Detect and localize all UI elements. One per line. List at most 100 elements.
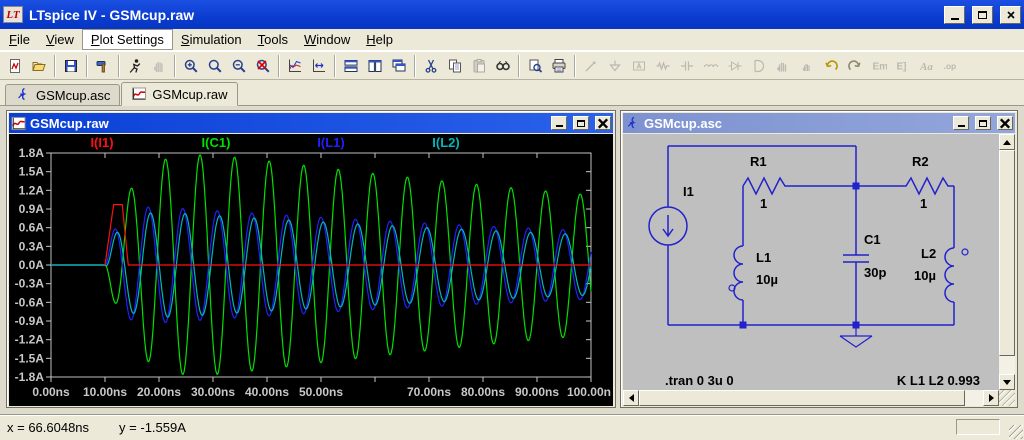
scroll-up-button[interactable]: [999, 134, 1015, 150]
menu-simulation[interactable]: Simulation: [173, 29, 250, 50]
tab-gsmcup-raw[interactable]: GSMcup.raw: [121, 82, 237, 106]
y-tick-label: 0.3A: [19, 239, 45, 253]
menu-view[interactable]: View: [38, 29, 82, 50]
tile-vertical-button[interactable]: [363, 54, 387, 78]
undo-button[interactable]: [819, 54, 843, 78]
component-icon: [751, 58, 767, 74]
value-R1: 1: [760, 196, 767, 211]
plot-maximize-button[interactable]: [573, 116, 589, 130]
schematic-close-button[interactable]: [997, 116, 1013, 130]
drag-button: [795, 54, 819, 78]
plot-minimize-button[interactable]: [551, 116, 567, 130]
zoom-out-button[interactable]: [227, 54, 251, 78]
toolbar-separator: [54, 55, 56, 77]
draw-wire-icon: [583, 58, 599, 74]
plot-window-titlebar[interactable]: GSMcup.raw: [9, 113, 613, 133]
y-tick-label: 0.9A: [19, 202, 45, 216]
autorange-y-button[interactable]: [283, 54, 307, 78]
zoom-in-icon: [183, 58, 199, 74]
open-button[interactable]: [27, 54, 51, 78]
scroll-right-button[interactable]: [983, 390, 999, 406]
vscroll-thumb[interactable]: [999, 150, 1015, 356]
app-minimize-button[interactable]: [944, 6, 965, 24]
hscroll-thumb[interactable]: [639, 390, 965, 406]
waveform-plot[interactable]: 1.8A1.5A1.2A0.9A0.6A0.3A0.0A-0.3A-0.6A-0…: [9, 134, 613, 406]
toolbar-separator: [334, 55, 336, 77]
menu-window[interactable]: Window: [296, 29, 358, 50]
arrow-up-icon: [1003, 140, 1011, 145]
copy-button[interactable]: [443, 54, 467, 78]
cut-icon: [423, 58, 439, 74]
control-panel-icon: [95, 58, 111, 74]
schematic-canvas[interactable]: I1 R1 1 R2 1 L1 10µ C1 30p L2 10µ .tran …: [623, 134, 999, 390]
svg-text:.op: .op: [944, 61, 957, 71]
schematic-icon: [15, 87, 31, 103]
schematic-hscrollbar[interactable]: [623, 390, 999, 406]
schematic-window: GSMcup.asc: [620, 110, 1018, 408]
text-icon: Aa: [919, 58, 935, 74]
coupling-directive[interactable]: K L1 L2 0.993: [897, 373, 980, 388]
label-I1: I1: [683, 184, 694, 199]
schematic-window-titlebar[interactable]: GSMcup.asc: [623, 113, 1015, 133]
maximize-icon: [577, 120, 585, 127]
tran-directive[interactable]: .tran 0 3u 0: [665, 373, 734, 388]
x-tick-label: 30.00ns: [191, 385, 235, 399]
junction: [853, 183, 860, 190]
tab-gsmcup-asc[interactable]: GSMcup.asc: [5, 84, 120, 105]
resistor-icon: [655, 58, 671, 74]
zoom-full-extents-button[interactable]: [251, 54, 275, 78]
app-close-button[interactable]: [1000, 6, 1021, 24]
print-button[interactable]: [547, 54, 571, 78]
save-button[interactable]: [59, 54, 83, 78]
x-tick-label: 100.00n: [567, 385, 611, 399]
window-resize-grip[interactable]: [999, 390, 1015, 406]
svg-text:Aa: Aa: [919, 61, 933, 73]
print-preview-button[interactable]: [523, 54, 547, 78]
zoom-area-icon: [207, 58, 223, 74]
text-button: Aa: [915, 54, 939, 78]
scroll-down-button[interactable]: [999, 374, 1015, 390]
cut-button[interactable]: [419, 54, 443, 78]
label-R2: R2: [912, 154, 929, 169]
trace-label-II1: I(I1): [90, 135, 113, 150]
schematic-window-title: GSMcup.asc: [644, 116, 722, 131]
zoom-in-button[interactable]: [179, 54, 203, 78]
waveform-icon: [11, 116, 26, 131]
junction: [740, 322, 747, 329]
find-button[interactable]: [491, 54, 515, 78]
plot-close-button[interactable]: [595, 116, 611, 130]
y-tick-label: 1.5A: [19, 165, 45, 179]
cascade-windows-button[interactable]: [387, 54, 411, 78]
app-resize-grip[interactable]: [1009, 425, 1023, 439]
print-icon: [551, 58, 567, 74]
cursor-y-readout: y = -1.559A: [119, 420, 186, 435]
tile-horizontal-button[interactable]: [339, 54, 363, 78]
menu-help[interactable]: Help: [358, 29, 401, 50]
schematic-minimize-button[interactable]: [953, 116, 969, 130]
app-maximize-button[interactable]: [972, 6, 993, 24]
move-icon: [775, 58, 791, 74]
new-schematic-button[interactable]: [3, 54, 27, 78]
control-panel-button[interactable]: [91, 54, 115, 78]
scroll-left-button[interactable]: [623, 390, 639, 406]
autorange-x-button[interactable]: [307, 54, 331, 78]
draw-wire-button: [579, 54, 603, 78]
x-tick-label: 20.00ns: [137, 385, 181, 399]
zoom-area-button[interactable]: [203, 54, 227, 78]
schematic-maximize-button[interactable]: [975, 116, 991, 130]
menu-file[interactable]: File: [1, 29, 38, 50]
zoom-full-extents-icon: [255, 58, 271, 74]
label-R1: R1: [750, 154, 767, 169]
toolbar-separator: [574, 55, 576, 77]
schematic-vscrollbar[interactable]: [999, 134, 1015, 390]
run-icon: [127, 58, 143, 74]
y-tick-label: -1.5A: [15, 351, 45, 365]
menu-tools[interactable]: Tools: [250, 29, 296, 50]
rotate-icon: E]: [895, 58, 911, 74]
save-icon: [63, 58, 79, 74]
ground-icon: [607, 58, 623, 74]
redo-icon: [847, 58, 863, 74]
menu-plot-settings[interactable]: Plot Settings: [82, 29, 173, 50]
redo-button[interactable]: [843, 54, 867, 78]
run-button[interactable]: [123, 54, 147, 78]
